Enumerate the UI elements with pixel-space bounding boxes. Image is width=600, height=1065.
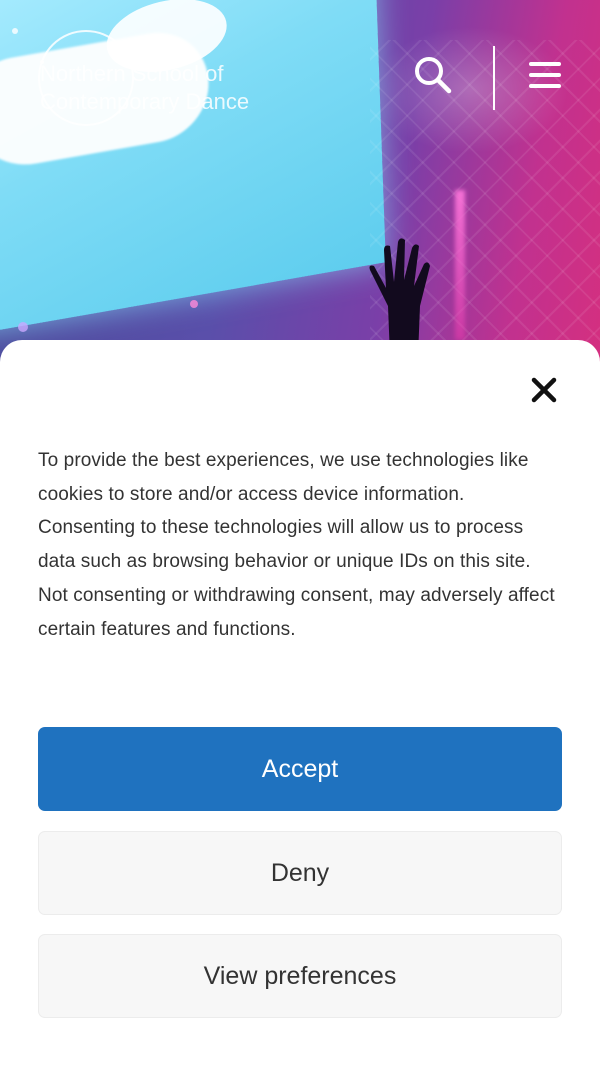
search-button[interactable] bbox=[408, 50, 458, 100]
site-logo[interactable]: Northern School of Contemporary Dance bbox=[30, 30, 280, 130]
search-icon bbox=[415, 57, 452, 94]
accept-button[interactable]: Accept bbox=[38, 727, 562, 811]
view-preferences-button[interactable]: View preferences bbox=[38, 934, 562, 1018]
stage-light bbox=[455, 190, 465, 340]
logo-text: Northern School of Contemporary Dance bbox=[40, 61, 250, 114]
hero-background-image: Northern School of Contemporary Dance bbox=[0, 0, 600, 380]
raised-hand-silhouette bbox=[369, 238, 430, 356]
hamburger-menu-icon bbox=[529, 62, 561, 88]
sparkle bbox=[12, 28, 18, 34]
sparkle bbox=[18, 322, 28, 332]
deny-button[interactable]: Deny bbox=[38, 831, 562, 915]
close-button[interactable] bbox=[522, 368, 566, 412]
cookie-consent-dialog: To provide the best experiences, we use … bbox=[0, 340, 600, 1065]
close-icon bbox=[531, 377, 557, 403]
nav-divider bbox=[493, 46, 495, 110]
sparkle bbox=[190, 300, 198, 308]
consent-message: To provide the best experiences, we use … bbox=[38, 450, 555, 640]
menu-button[interactable] bbox=[520, 50, 570, 100]
